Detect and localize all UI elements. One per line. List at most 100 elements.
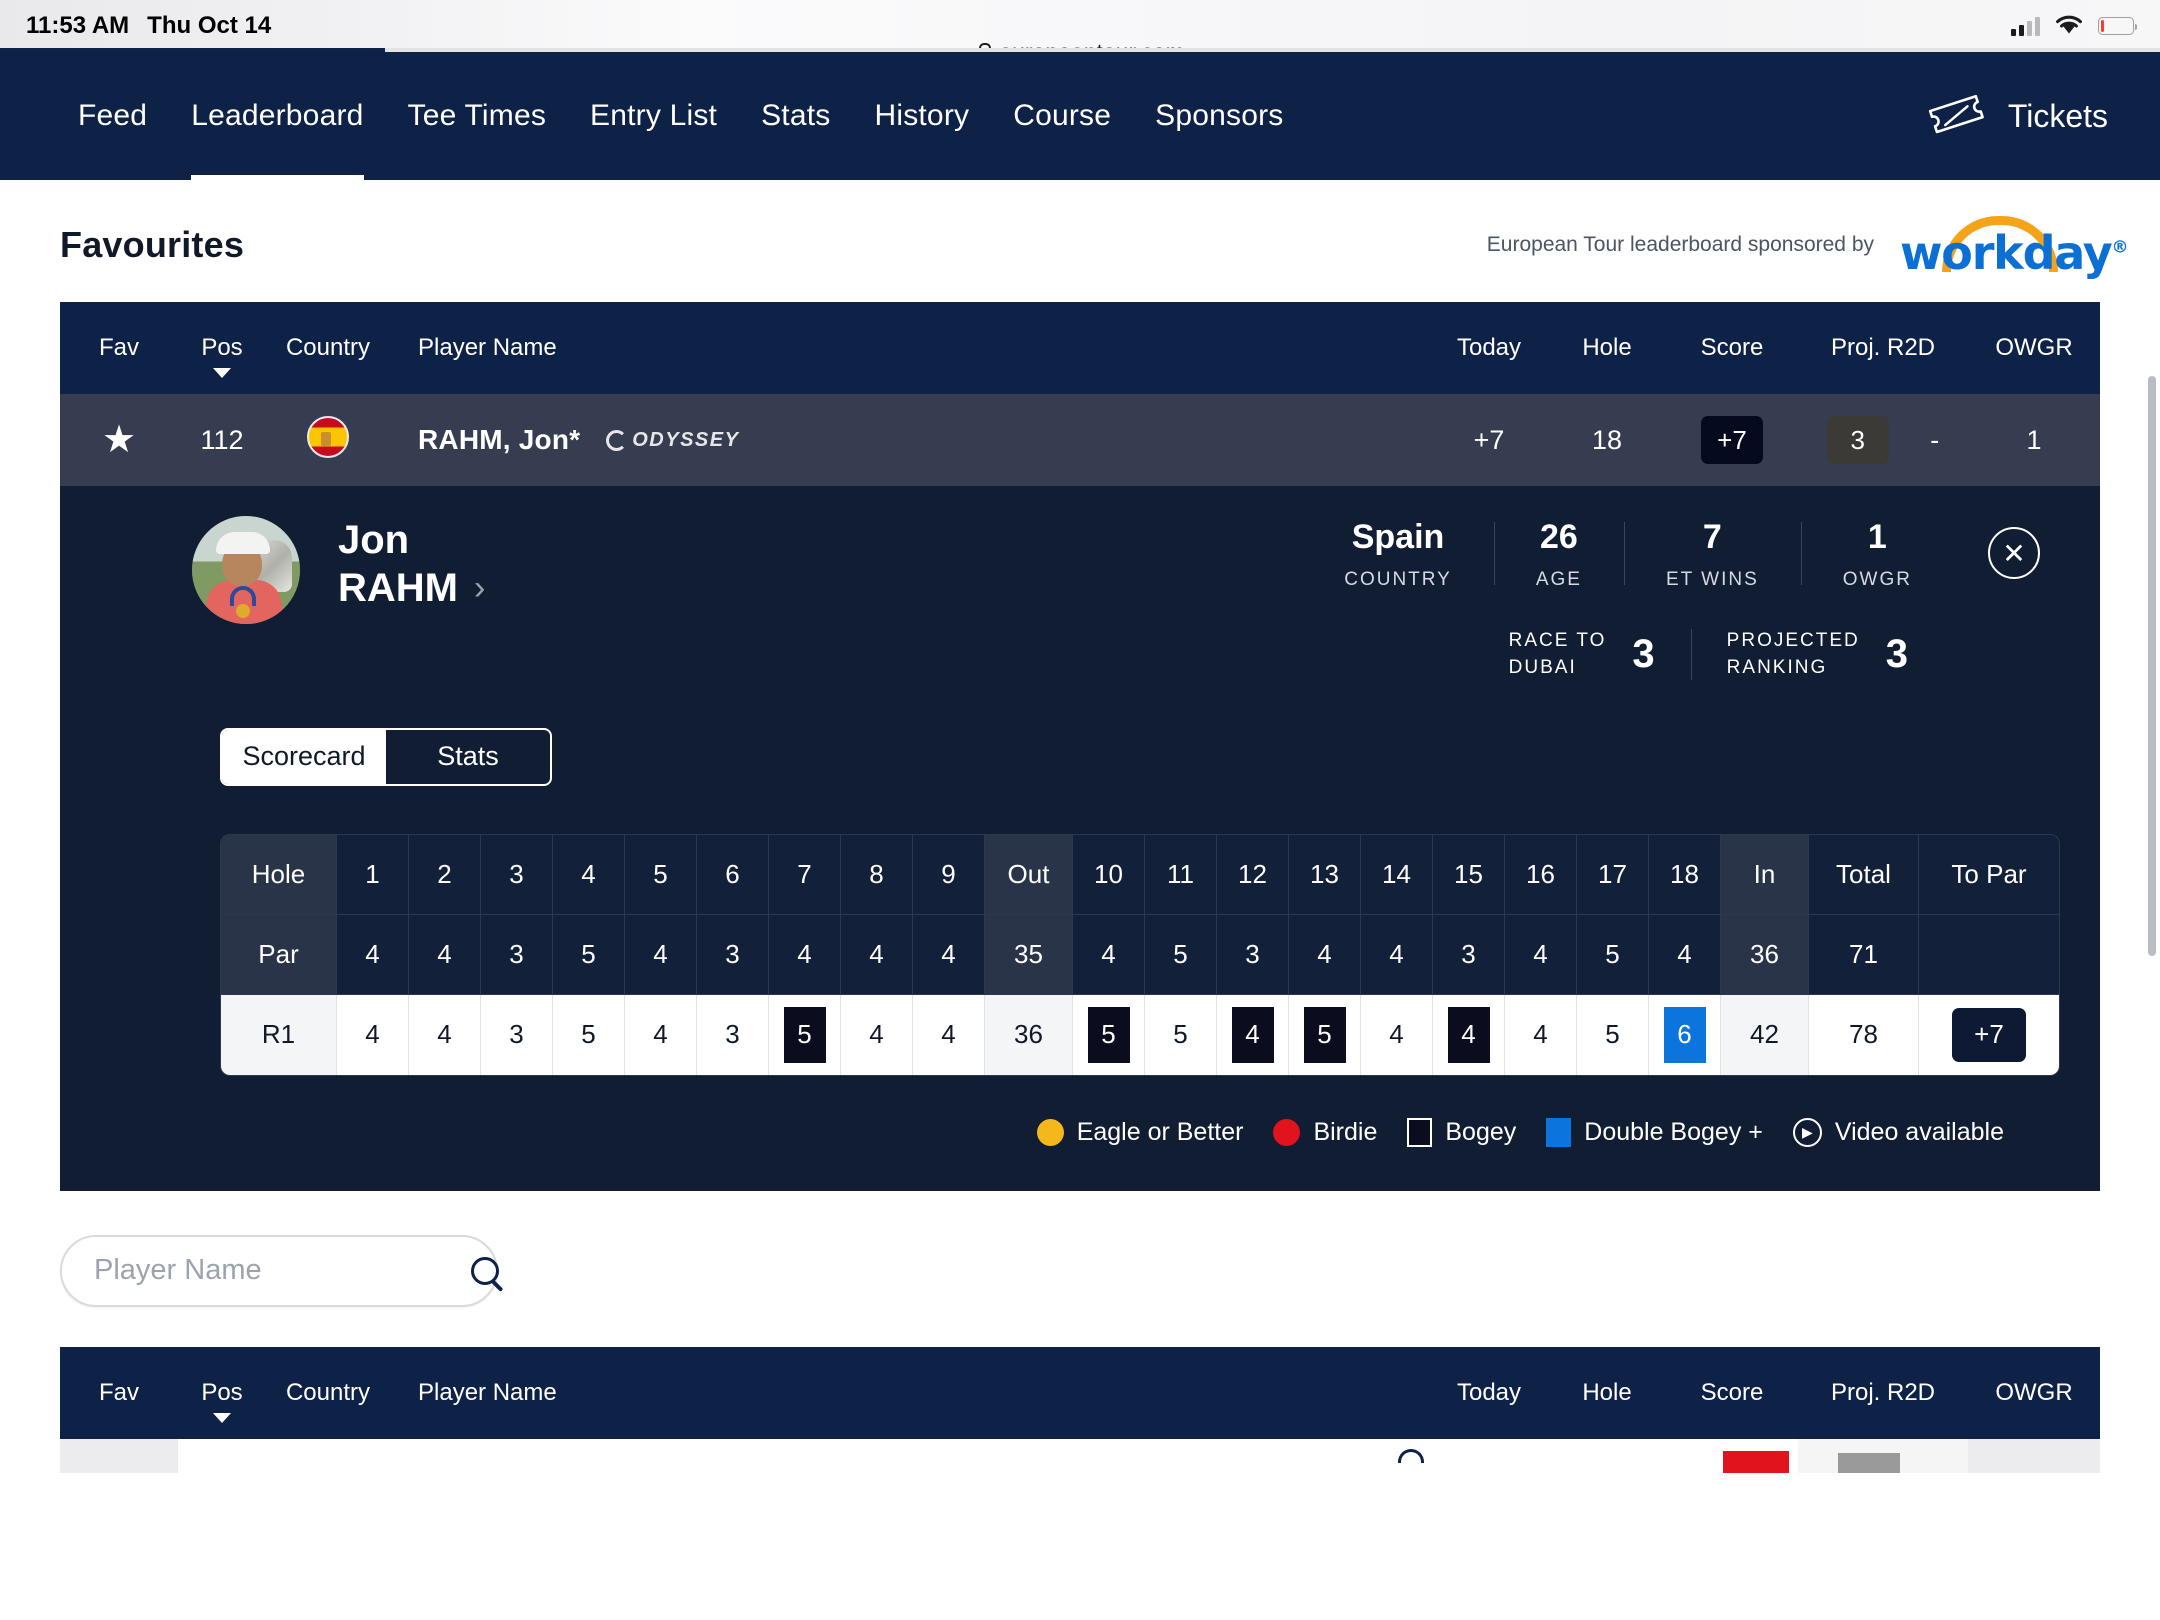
status-bar-right [2011,13,2137,40]
stat-owgr-label: OWGR [1842,568,1912,590]
peek-fav-cell [60,1438,178,1473]
r1-hole-16: 4 [1505,994,1577,1075]
column-header-hole-2[interactable]: Hole [1548,1379,1666,1407]
tab-scorecard[interactable]: Scorecard [222,729,386,784]
player-rankings-row: RACE TO DUBAI 3 PROJECTED RANKING 3 [1473,627,1944,682]
player-stats-area: Spain COUNTRY 26 AGE 7 ET WINS 1 OWGR ✕ … [1302,516,2040,682]
nav-item-history[interactable]: History [852,52,991,180]
search-box[interactable] [60,1234,499,1307]
table-row[interactable]: ★ 112 RAHM, Jon* ODYSSEY +7 18 +7 3 - 1 [60,394,2100,486]
close-icon[interactable]: ✕ [1988,527,2040,580]
column-header-country-2[interactable]: Country [266,1379,390,1407]
column-header-owgr-2[interactable]: OWGR [1968,1379,2100,1407]
column-header-score[interactable]: Score [1666,334,1798,362]
play-circle-icon: ▶ [1792,1117,1822,1147]
page-title: Favourites [60,224,245,265]
search-icon[interactable] [471,1256,499,1285]
column-header-owgr[interactable]: OWGR [1968,334,2100,362]
par-to-par [1919,914,2059,995]
nav-item-tee-times[interactable]: Tee Times [386,52,569,180]
column-header-fav[interactable]: Fav [60,334,178,362]
column-header-today-2[interactable]: Today [1430,1379,1548,1407]
hole-3: 3 [481,834,553,915]
nav-item-leaderboard[interactable]: Leaderboard [169,52,385,180]
legend-birdie-label: Birdie [1313,1117,1378,1146]
page-scrollbar[interactable] [2148,376,2156,956]
r1-hole-2: 4 [409,994,481,1075]
legend-bogey: Bogey [1407,1117,1516,1147]
tickets-button[interactable]: Tickets [1928,95,2108,137]
column-header-score-2[interactable]: Score [1666,1379,1798,1407]
legend-birdie: Birdie [1273,1118,1377,1147]
avatar[interactable] [192,516,300,624]
race-to-dubai-label-line2: DUBAI [1508,657,1577,679]
par-in: 36 [1721,914,1809,995]
legend-double-bogey: Double Bogey + [1546,1117,1763,1147]
hole-8: 8 [841,834,913,915]
par-4: 5 [553,914,625,995]
par-8: 4 [841,914,913,995]
r1-hole-18: 6 [1649,994,1721,1075]
scorecard-stats-toggle[interactable]: Scorecard Stats [220,727,552,786]
peek-owgr-cell [1968,1438,2100,1473]
table-row[interactable] [60,1438,2100,1473]
column-header-pos[interactable]: Pos [178,334,266,378]
odyssey-brand-logo: ODYSSEY [606,429,739,452]
favourite-toggle[interactable]: ★ [60,421,178,459]
row-hole: 18 [1591,424,1623,455]
r1-out: 36 [985,994,1073,1075]
projected-ranking-label-line2: RANKING [1726,657,1828,679]
to-par-badge: +7 [1952,1007,2026,1062]
nav-item-stats[interactable]: Stats [739,52,852,180]
chevron-right-icon[interactable]: › [474,568,485,609]
column-header-proj-r2d[interactable]: Proj. R2D [1798,334,1968,362]
projected-ranking-value: 3 [1885,631,1908,676]
stat-et-wins-label: ET WINS [1665,568,1759,590]
chevron-down-icon [213,368,231,378]
scorecard-table: Hole 1 2 3 4 5 6 7 8 9 Out 10 11 12 13 1… [220,833,2060,1076]
peek-r2d-badge [1838,1452,1900,1473]
row-player-cell[interactable]: RAHM, Jon* ODYSSEY [390,424,1430,456]
nav-item-course[interactable]: Course [991,52,1133,180]
bogey-marker-icon: 4 [1231,1006,1274,1063]
column-header-proj-r2d-2[interactable]: Proj. R2D [1798,1379,1968,1407]
column-header-player-name[interactable]: Player Name [390,334,1430,362]
nav-item-sponsors[interactable]: Sponsors [1133,52,1305,180]
column-header-fav-2[interactable]: Fav [60,1379,178,1407]
double-bogey-marker-icon [1546,1117,1572,1147]
par-5: 4 [625,914,697,995]
search-input[interactable] [94,1254,471,1288]
scorecard-row-label-r1: R1 [221,994,337,1075]
r1-in: 42 [1721,994,1809,1075]
stat-owgr: 1 OWGR [1800,516,1954,591]
birdie-marker-icon [1273,1118,1301,1146]
hole-6: 6 [697,834,769,915]
r1-hole-15: 4 [1433,994,1505,1075]
r1-hole-13: 5 [1289,994,1361,1075]
column-header-country[interactable]: Country [266,334,390,362]
scorecard-row-label-hole: Hole [221,834,337,915]
nav-item-entry-list[interactable]: Entry List [568,52,739,180]
hole-15: 15 [1433,834,1505,915]
player-detail-top: Jon RAHM › Spain COUNTRY 26 AGE 7 ET WIN… [60,516,2100,682]
scorecard-par-row: Par 4 4 3 5 4 3 4 4 4 35 4 5 3 4 4 3 4 5… [221,914,2059,995]
hole-10: 10 [1073,834,1145,915]
column-header-hole[interactable]: Hole [1548,334,1666,362]
par-9: 4 [913,914,985,995]
ticket-icon [1928,95,1986,137]
tab-stats[interactable]: Stats [386,730,550,784]
nav-item-feed[interactable]: Feed [56,52,169,180]
score-badge: +7 [1701,416,1763,464]
row-owgr: 1 [2026,424,2042,455]
stat-owgr-value: 1 [1867,518,1887,556]
column-header-pos-2[interactable]: Pos [178,1379,266,1423]
player-name-block[interactable]: Jon RAHM › [338,516,485,612]
page-body: Favourites European Tour leaderboard spo… [0,180,2160,1620]
scorecard-row-label-par: Par [221,914,337,995]
column-header-player-name-2[interactable]: Player Name [390,1379,1430,1407]
column-header-today[interactable]: Today [1430,334,1548,362]
sponsor-text: European Tour leaderboard sponsored by [1486,233,1874,256]
hole-13: 13 [1289,834,1361,915]
odyssey-swirl-icon [606,429,628,451]
player-search-section [0,1191,2160,1307]
